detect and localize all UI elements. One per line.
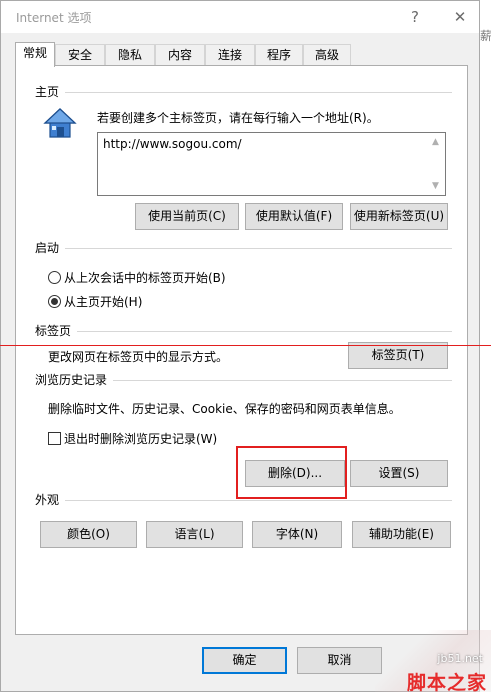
ok-button[interactable]: 确定	[202, 647, 287, 674]
homepage-description: 若要创建多个主标签页，请在每行输入一个地址(R)。	[97, 111, 379, 125]
tab-content[interactable]: 内容	[155, 44, 205, 66]
internet-options-dialog: Internet 选项 ? ✕ 常规 安全 隐私 内容 连接 程序 高级 主页 …	[0, 0, 480, 692]
homepage-url-scrollbar[interactable]: ▲ ▼	[429, 133, 445, 195]
accessibility-button[interactable]: 辅助功能(E)	[352, 521, 451, 548]
tab-connections[interactable]: 连接	[205, 44, 255, 66]
cancel-button[interactable]: 取消	[297, 647, 382, 674]
scroll-up-icon[interactable]: ▲	[432, 137, 439, 147]
scroll-down-icon[interactable]: ▼	[432, 181, 439, 191]
tabs-description: 更改网页在标签页中的显示方式。	[48, 350, 229, 364]
use-new-tab-button[interactable]: 使用新标签页(U)	[350, 203, 448, 230]
appearance-group-line	[36, 500, 452, 501]
fonts-button[interactable]: 字体(N)	[252, 521, 342, 548]
tab-security[interactable]: 安全	[55, 44, 105, 66]
watermark: jb51.net 脚本之家	[375, 630, 491, 692]
general-tab-panel: 主页 若要创建多个主标签页，请在每行输入一个地址(R)。 http://www.…	[15, 65, 468, 635]
radio-last-session[interactable]	[48, 271, 61, 284]
radio-homepage-label: 从主页开始(H)	[64, 295, 143, 309]
tab-general[interactable]: 常规	[15, 42, 55, 67]
help-button[interactable]: ?	[402, 4, 428, 30]
tabs-group-label: 标签页	[35, 322, 78, 339]
tab-privacy[interactable]: 隐私	[105, 44, 155, 66]
languages-button[interactable]: 语言(L)	[146, 521, 243, 548]
history-settings-button[interactable]: 设置(S)	[350, 460, 448, 487]
watermark-name: 脚本之家	[406, 672, 487, 692]
delete-on-exit-checkbox[interactable]	[48, 432, 61, 445]
homepage-group-label: 主页	[35, 83, 66, 100]
tab-advanced[interactable]: 高级	[303, 44, 351, 66]
colors-button[interactable]: 颜色(O)	[40, 521, 137, 548]
use-default-button[interactable]: 使用默认值(F)	[245, 203, 343, 230]
homepage-url-field[interactable]: http://www.sogou.com/ ▲ ▼	[97, 132, 446, 196]
watermark-url: jb51.net	[437, 652, 483, 665]
history-group-label: 浏览历史记录	[35, 371, 114, 388]
window-title: Internet 选项	[16, 11, 92, 25]
home-icon	[42, 106, 78, 140]
appearance-group-label: 外观	[35, 491, 66, 508]
background-window-edge: 薪	[480, 0, 491, 692]
delete-on-exit-label: 退出时删除浏览历史记录(W)	[64, 432, 218, 446]
tab-programs[interactable]: 程序	[255, 44, 303, 66]
startup-group-line	[36, 248, 452, 249]
radio-homepage[interactable]	[48, 295, 61, 308]
radio-last-session-label: 从上次会话中的标签页开始(B)	[64, 271, 226, 285]
homepage-url-value: http://www.sogou.com/	[103, 137, 242, 151]
background-edge-text: 薪	[480, 29, 491, 43]
tabs-group-line	[36, 331, 452, 332]
use-current-button[interactable]: 使用当前页(C)	[135, 203, 239, 230]
homepage-group-line	[36, 92, 452, 93]
annotation-red-line	[0, 345, 491, 346]
tabs-settings-button[interactable]: 标签页(T)	[348, 342, 448, 369]
history-description: 删除临时文件、历史记录、Cookie、保存的密码和网页表单信息。	[48, 402, 401, 416]
title-bar: Internet 选项 ? ✕	[1, 1, 479, 33]
annotation-red-box	[236, 446, 347, 499]
close-button[interactable]: ✕	[447, 4, 473, 30]
startup-group-label: 启动	[35, 239, 66, 256]
